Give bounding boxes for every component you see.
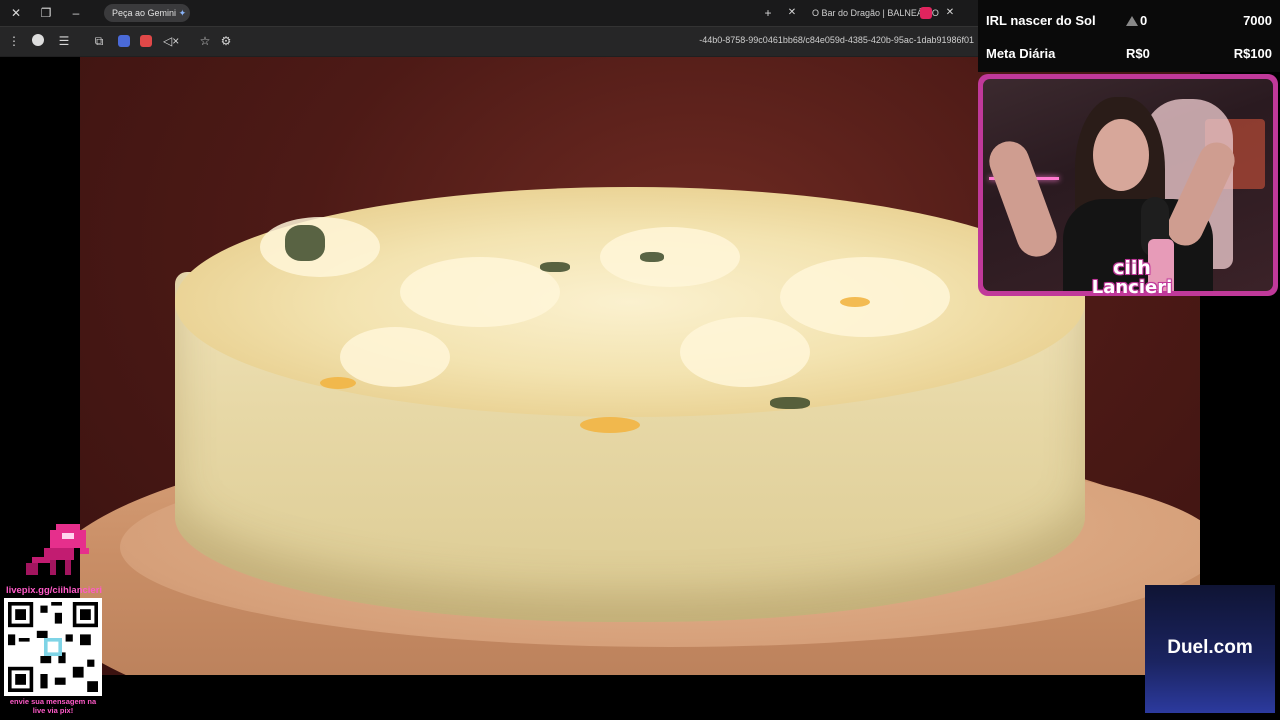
cheese-blob	[780, 257, 950, 337]
logo-line: Lancieri	[1091, 277, 1173, 298]
pix-note-line: envie sua mensagem na	[9, 697, 97, 706]
goal-current: R$0	[1126, 46, 1150, 61]
pix-note-line: live via pix!	[32, 706, 74, 715]
goal-current: 0	[1126, 13, 1147, 28]
maximize-icon[interactable]: ❐	[38, 6, 54, 22]
new-tab-icon[interactable]: +	[760, 6, 776, 22]
stream-screen: ✕ ❐ – Peça ao Gemini ✦ + ✕ O Bar do Drag…	[0, 0, 1280, 720]
sponsor-ad[interactable]: Duel.com	[1145, 585, 1275, 713]
cheese-blob	[400, 257, 560, 327]
extension-icon[interactable]	[140, 35, 152, 47]
herb-leaf	[770, 397, 810, 409]
cheese-blob	[680, 317, 810, 387]
url-text[interactable]: -44b0-8758-99c0461bb68/c84e059d-4385-420…	[600, 35, 974, 45]
cheese-blob	[340, 327, 450, 387]
reading-list-icon[interactable]: ☰	[56, 34, 72, 50]
close-tab-icon[interactable]: ✕	[784, 6, 800, 22]
browser-window: ✕ ❐ – Peça ao Gemini ✦ + ✕ O Bar do Drag…	[0, 0, 978, 57]
herb-leaf	[285, 225, 325, 261]
daily-goal-row: Meta Diária R$0 R$100	[986, 46, 1272, 66]
egg-yolk	[580, 417, 640, 433]
minimize-icon[interactable]: –	[68, 6, 84, 22]
pix-note: envie sua mensagem na live via pix!	[0, 697, 106, 715]
egg-yolk	[840, 297, 870, 307]
streamer-face	[1093, 119, 1149, 191]
tab-gemini[interactable]: Peça ao Gemini ✦	[104, 4, 190, 22]
streamer-arm	[983, 135, 1063, 263]
logo-line: ciih	[1113, 257, 1151, 279]
extensions-icon[interactable]: ⧉	[91, 34, 107, 50]
pixel-mascot-icon	[26, 524, 89, 575]
extension-icon[interactable]	[118, 35, 130, 47]
menu-dots-icon[interactable]: ⋮	[6, 34, 22, 50]
sunrise-goal-row: IRL nascer do Sol 0 7000	[986, 13, 1272, 33]
tab-label: Peça ao Gemini	[112, 8, 177, 18]
media-icon[interactable]: ◁×	[163, 34, 179, 50]
stream-goals-panel: IRL nascer do Sol 0 7000 Meta Diária R$0…	[978, 0, 1280, 72]
goal-label: Meta Diária	[986, 46, 1056, 61]
sponsor-name: Duel.com	[1167, 637, 1253, 658]
goal-target: R$100	[1233, 46, 1272, 61]
close-icon[interactable]: ✕	[8, 6, 24, 22]
pix-link[interactable]: livepix.gg/ciihlancieri	[0, 585, 108, 596]
goal-label: IRL nascer do Sol	[986, 13, 1096, 28]
profile-avatar-icon[interactable]	[32, 34, 44, 46]
herb-leaf	[640, 252, 664, 262]
egg-yolk	[320, 377, 356, 389]
channel-logo: ciih Lancieri	[1084, 258, 1180, 298]
tab-favicon	[920, 7, 932, 19]
gemini-star-icon: ✦	[178, 8, 187, 18]
bookmark-star-icon[interactable]: ☆	[197, 34, 213, 50]
goal-target: 7000	[1243, 13, 1272, 28]
qr-code-icon	[4, 598, 102, 696]
triangle-icon	[1126, 16, 1138, 26]
close-tab-icon[interactable]: ✕	[942, 6, 958, 22]
herb-leaf	[540, 262, 570, 272]
tab-strip: ✕ ❐ – Peça ao Gemini ✦ + ✕ O Bar do Drag…	[0, 0, 978, 26]
site-settings-icon[interactable]: ⚙	[218, 34, 234, 50]
cheese-blob	[600, 227, 740, 287]
